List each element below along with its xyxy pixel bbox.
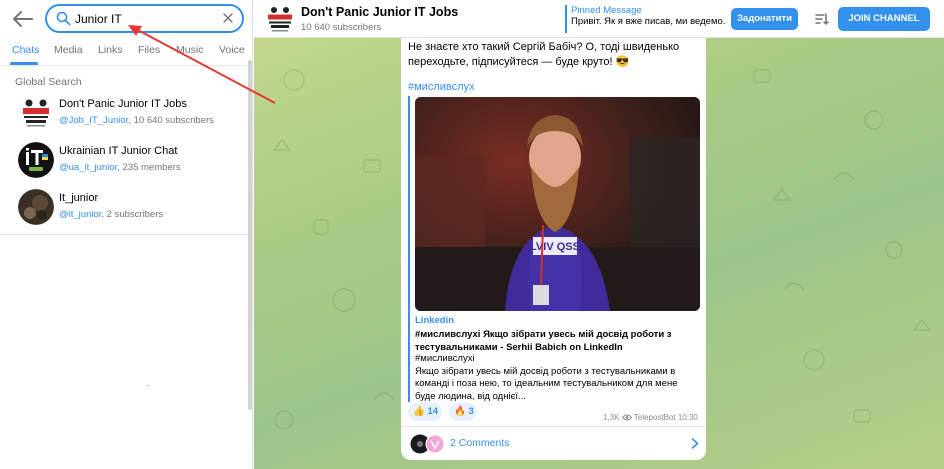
result-subtitle: @Job_IT_Junior, 10 640 subscribers	[59, 115, 214, 126]
search-row	[0, 0, 253, 38]
comments-label: 2 Comments	[450, 437, 510, 449]
preview-photo[interactable]: LVIV QSS	[415, 97, 700, 311]
comments-button[interactable]: 2 Comments	[401, 427, 706, 460]
result-handle[interactable]: @ua_it_junior	[59, 162, 117, 173]
chat-area: Don't Panic Junior IT Jobs 10 640 subscr…	[254, 0, 944, 469]
active-tab-indicator	[10, 62, 38, 65]
tab-links[interactable]: Links	[98, 44, 123, 56]
hashtag-link[interactable]: #мисливслух	[408, 81, 475, 93]
scrollbar[interactable]	[248, 60, 252, 410]
preview-site: Linkedin	[415, 315, 455, 326]
chevron-right-icon	[691, 438, 699, 449]
thumbs-up-icon: 👍	[413, 406, 425, 417]
result-name: Ukrainian IT Junior Chat	[59, 145, 178, 157]
eye-icon	[621, 414, 632, 421]
message-bubble: Не знаєте хто такий Сергій Бабіч? О, тод…	[401, 38, 706, 460]
avatar	[18, 189, 54, 225]
channel-subscribers: 10 640 subscribers	[301, 22, 382, 33]
preview-description: #мисливслухі Якщо зібрати увесь мій досв…	[415, 353, 678, 402]
reaction-fire[interactable]: 🔥 3	[449, 403, 477, 421]
pinned-message[interactable]: Pinned Message Привіт. Як я вже писав, м…	[565, 5, 725, 33]
result-count: , 2 subscribers	[101, 209, 164, 220]
tab-files[interactable]: Files	[138, 44, 160, 56]
search-result[interactable]: It_junior @it_junior, 2 subscribers	[0, 187, 248, 233]
result-name: It_junior	[59, 192, 99, 204]
preview-title: #мисливслухі Якщо зібрати увесь мій досв…	[415, 329, 672, 353]
message-text: Не знаєте хто такий Сергій Бабіч? О, тод…	[408, 41, 680, 68]
view-count: 1,3K	[603, 413, 620, 422]
tab-chats[interactable]: Chats	[12, 44, 39, 56]
tab-voice[interactable]: Voice	[219, 44, 245, 56]
pinned-text: Привіт. Як я вже писав, ми ведемо...	[571, 16, 725, 27]
reaction-count: 14	[427, 406, 439, 417]
search-tabs: Chats Media Links Files Music Voice	[0, 40, 253, 66]
search-field[interactable]	[45, 4, 244, 33]
tab-media[interactable]: Media	[54, 44, 83, 56]
donate-button[interactable]: Задонатити	[731, 8, 798, 30]
shirt-text: LVIV QSS	[530, 241, 580, 253]
fire-icon: 🔥	[454, 406, 466, 417]
result-subtitle: @ua_it_junior, 235 members	[59, 162, 181, 173]
result-name: Don't Panic Junior IT Jobs	[59, 98, 187, 110]
message-meta: 1,3K TelepostBot 10:30	[603, 413, 698, 422]
search-result[interactable]: Don't Panic Junior IT Jobs @Job_IT_Junio…	[0, 93, 248, 139]
chat-header: Don't Panic Junior IT Jobs 10 640 subscr…	[254, 0, 944, 38]
result-count: , 235 members	[117, 162, 181, 173]
divider	[0, 234, 248, 235]
left-sidebar: Chats Media Links Files Music Voice Glob…	[0, 0, 253, 469]
avatar	[18, 95, 54, 131]
reaction-count: 3	[468, 406, 474, 417]
join-channel-button[interactable]: JOIN CHANNEL	[838, 7, 930, 31]
message-time: 10:30	[677, 413, 698, 422]
result-handle[interactable]: @it_junior	[59, 209, 101, 220]
divider	[146, 385, 149, 386]
reaction-thumbs-up[interactable]: 👍 14	[408, 403, 442, 421]
message-author: TelepostBot	[633, 413, 676, 422]
channel-avatar[interactable]	[264, 3, 296, 35]
channel-title[interactable]: Don't Panic Junior IT Jobs	[301, 5, 458, 19]
filter-icon[interactable]	[814, 11, 830, 27]
pinned-label: Pinned Message	[571, 5, 642, 16]
back-arrow-icon[interactable]	[11, 8, 35, 30]
avatar	[18, 142, 54, 178]
global-search-title: Global Search	[15, 76, 82, 88]
tab-music[interactable]: Music	[176, 44, 203, 56]
result-count: , 10 640 subscribers	[128, 115, 214, 126]
search-result[interactable]: Ukrainian IT Junior Chat @ua_it_junior, …	[0, 140, 248, 186]
commenter-avatars	[410, 434, 445, 454]
result-subtitle: @it_junior, 2 subscribers	[59, 209, 163, 220]
result-handle[interactable]: @Job_IT_Junior	[59, 115, 128, 126]
clear-icon[interactable]	[222, 12, 234, 24]
search-icon	[56, 11, 71, 26]
link-preview[interactable]: LVIV QSS Linkedin #мисливслухі Якщо зібр…	[408, 96, 700, 402]
search-input[interactable]	[75, 9, 215, 28]
